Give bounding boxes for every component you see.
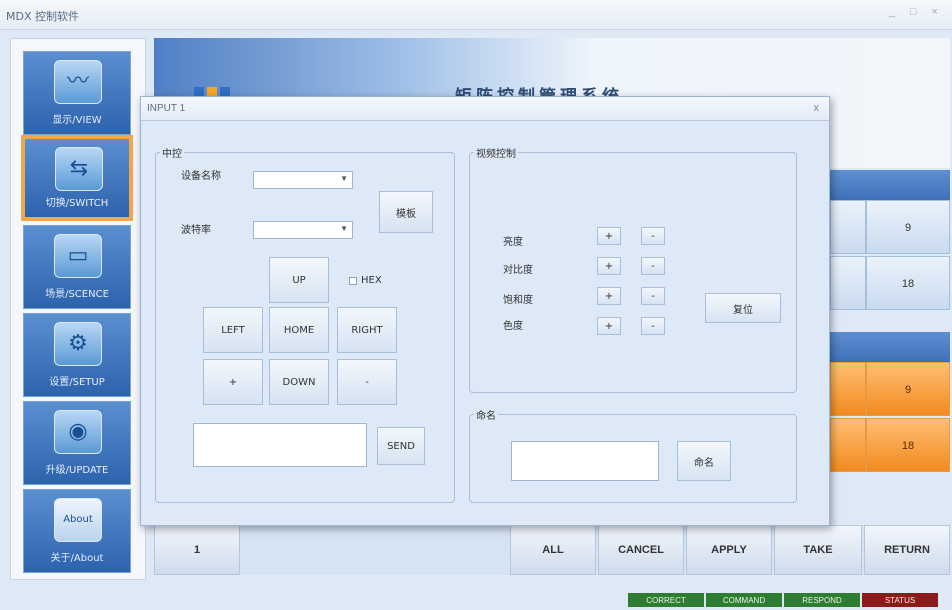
rename-button[interactable]: 命名 <box>677 441 731 481</box>
video-legend: 视频控制 <box>476 149 516 160</box>
switch-arrows-icon: ⇆ <box>55 147 103 191</box>
nav-label: 设置/SETUP <box>49 377 105 388</box>
globe-update-icon: ◉ <box>54 410 102 454</box>
right-button[interactable]: RIGHT <box>337 307 397 353</box>
dialog-title: INPUT 1 <box>147 103 186 114</box>
nav-scene-button[interactable]: ▭ 场景/SCENCE <box>23 225 131 309</box>
grid-cell[interactable] <box>830 362 866 416</box>
home-button[interactable]: HOME <box>269 307 329 353</box>
about-icon: About <box>54 498 102 542</box>
send-button[interactable]: SEND <box>377 427 425 465</box>
status-status: STATUS <box>862 593 938 607</box>
status-correct: CORRECT <box>628 593 704 607</box>
title-bar: MDX 控制软件 _ □ × <box>0 0 952 30</box>
grid-cell-9[interactable]: 9 <box>866 200 950 254</box>
nav-label: 显示/VIEW <box>52 115 102 126</box>
contrast-plus-button[interactable]: + <box>597 257 621 275</box>
grid-cell-18[interactable]: 18 <box>866 256 950 310</box>
hex-checkbox[interactable] <box>349 277 357 285</box>
name-input[interactable] <box>511 441 659 481</box>
dialog-titlebar: INPUT 1 x <box>141 97 829 121</box>
chevron-down-icon: ▼ <box>340 224 348 233</box>
reset-button[interactable]: 复位 <box>705 293 781 323</box>
hue-minus-button[interactable]: - <box>641 317 665 335</box>
nav-label: 关于/About <box>50 553 104 564</box>
return-button[interactable]: RETURN <box>864 525 950 575</box>
nav-view-button[interactable]: 〰 显示/VIEW <box>23 51 131 135</box>
apply-button[interactable]: APPLY <box>686 525 772 575</box>
chevron-down-icon: ▼ <box>340 174 348 183</box>
sidebar: 〰 显示/VIEW ⇆ 切换/SWITCH ▭ 场景/SCENCE ⚙ 设置/S… <box>10 38 146 580</box>
grid-cell-9[interactable]: 9 <box>866 362 950 416</box>
brightness-minus-button[interactable]: - <box>641 227 665 245</box>
minus-button[interactable]: - <box>337 359 397 405</box>
status-command: COMMAND <box>706 593 782 607</box>
window-controls[interactable]: _ □ × <box>889 6 944 18</box>
device-name-label: 设备名称 <box>181 171 221 182</box>
grid-cell[interactable] <box>830 200 866 254</box>
nav-label: 场景/SCENCE <box>45 289 109 300</box>
plus-button[interactable]: + <box>203 359 263 405</box>
nav-label: 切换/SWITCH <box>45 198 109 209</box>
contrast-label: 对比度 <box>503 265 533 276</box>
left-button[interactable]: LEFT <box>203 307 263 353</box>
monitor-icon: 〰 <box>54 60 102 104</box>
baud-rate-label: 波特率 <box>181 225 211 236</box>
grid-cell[interactable] <box>830 418 866 472</box>
down-button[interactable]: DOWN <box>269 359 329 405</box>
nav-update-button[interactable]: ◉ 升级/UPDATE <box>23 401 131 485</box>
window-title: MDX 控制软件 <box>6 10 79 23</box>
central-legend: 中控 <box>162 149 182 160</box>
nav-switch-button[interactable]: ⇆ 切换/SWITCH <box>21 135 133 221</box>
nav-setup-button[interactable]: ⚙ 设置/SETUP <box>23 313 131 397</box>
gear-icon: ⚙ <box>54 322 102 366</box>
scene-bar-icon: ▭ <box>54 234 102 278</box>
cancel-button[interactable]: CANCEL <box>598 525 684 575</box>
input-dialog: INPUT 1 x 中控 设备名称 ▼ 波特率 ▼ 模板 UP HEX LEFT… <box>140 96 830 526</box>
up-button[interactable]: UP <box>269 257 329 303</box>
saturation-label: 饱和度 <box>503 295 533 306</box>
nav-label: 升级/UPDATE <box>45 465 109 476</box>
template-button[interactable]: 模板 <box>379 191 433 233</box>
device-name-select[interactable]: ▼ <box>253 171 353 189</box>
naming-legend: 命名 <box>476 411 496 422</box>
saturation-minus-button[interactable]: - <box>641 287 665 305</box>
hex-label: HEX <box>361 275 382 286</box>
grid-cell-18[interactable]: 18 <box>866 418 950 472</box>
input-number-button[interactable]: 1 <box>154 525 240 575</box>
brightness-plus-button[interactable]: + <box>597 227 621 245</box>
contrast-minus-button[interactable]: - <box>641 257 665 275</box>
baud-rate-select[interactable]: ▼ <box>253 221 353 239</box>
hue-plus-button[interactable]: + <box>597 317 621 335</box>
grid-cell[interactable] <box>830 256 866 310</box>
saturation-plus-button[interactable]: + <box>597 287 621 305</box>
brightness-label: 亮度 <box>503 237 523 248</box>
take-button[interactable]: TAKE <box>774 525 862 575</box>
hue-label: 色度 <box>503 321 523 332</box>
status-respond: RESPOND <box>784 593 860 607</box>
nav-about-button[interactable]: About 关于/About <box>23 489 131 573</box>
close-icon[interactable]: x <box>814 102 820 114</box>
all-button[interactable]: ALL <box>510 525 596 575</box>
command-text-field[interactable] <box>193 423 367 467</box>
